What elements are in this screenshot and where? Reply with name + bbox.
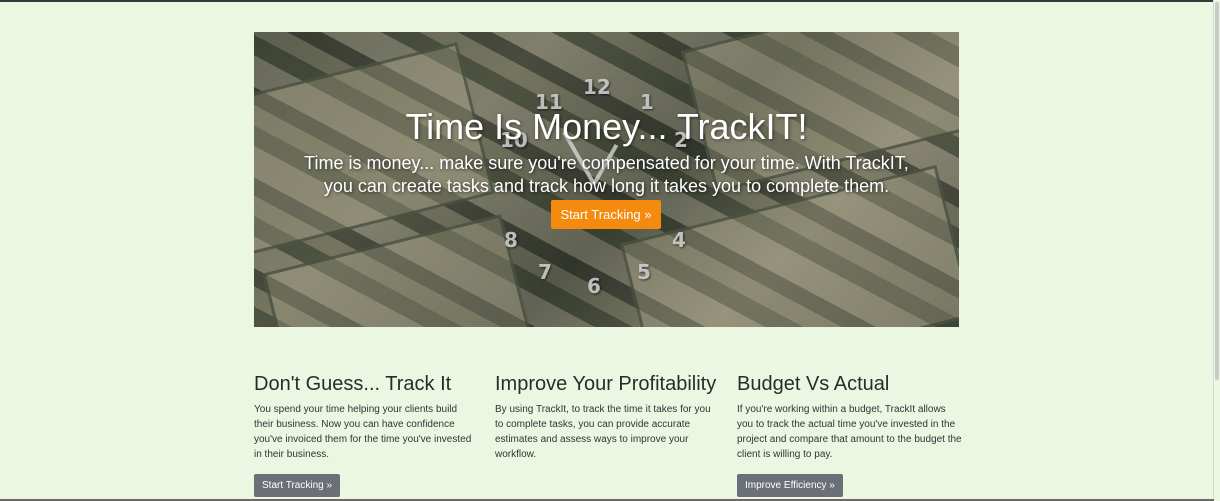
start-tracking-secondary-button[interactable]: Start Tracking » xyxy=(254,474,341,497)
feature-title: Improve Your Profitability xyxy=(495,373,717,395)
start-tracking-button[interactable]: Start Tracking » xyxy=(551,200,661,229)
feature-title: Don't Guess... Track It xyxy=(254,373,452,395)
feature-column-budget: Budget Vs Actual If you're working withi… xyxy=(737,372,962,497)
window-top-border xyxy=(0,0,1214,2)
feature-column-track: Don't Guess... Track It You spend your t… xyxy=(254,372,479,497)
hero-title: Time Is Money... TrackIT! xyxy=(405,106,808,147)
scrollbar-thumb[interactable] xyxy=(1215,2,1219,380)
clock-number: 5 xyxy=(637,260,651,284)
clock-number: 4 xyxy=(672,228,686,252)
clock-number: 7 xyxy=(538,260,552,284)
hero-description: Time is money... make sure you're compen… xyxy=(304,153,909,196)
vertical-scrollbar[interactable] xyxy=(1213,0,1220,501)
feature-column-profitability: Improve Your Profitability By using Trac… xyxy=(495,372,720,462)
feature-text: By using TrackIt, to track the time it t… xyxy=(495,404,711,460)
feature-text: You spend your time helping your clients… xyxy=(254,404,472,460)
clock-number: 6 xyxy=(587,274,601,298)
hero-banner: 12 1 11 10 2 8 4 7 5 6 Time Is Money... … xyxy=(254,32,959,327)
feature-title: Budget Vs Actual xyxy=(737,373,890,395)
clock-number: 12 xyxy=(583,75,611,99)
clock-number: 8 xyxy=(504,228,518,252)
feature-text: If you're working within a budget, Track… xyxy=(737,404,962,460)
improve-efficiency-button[interactable]: Improve Efficiency » xyxy=(737,474,843,497)
